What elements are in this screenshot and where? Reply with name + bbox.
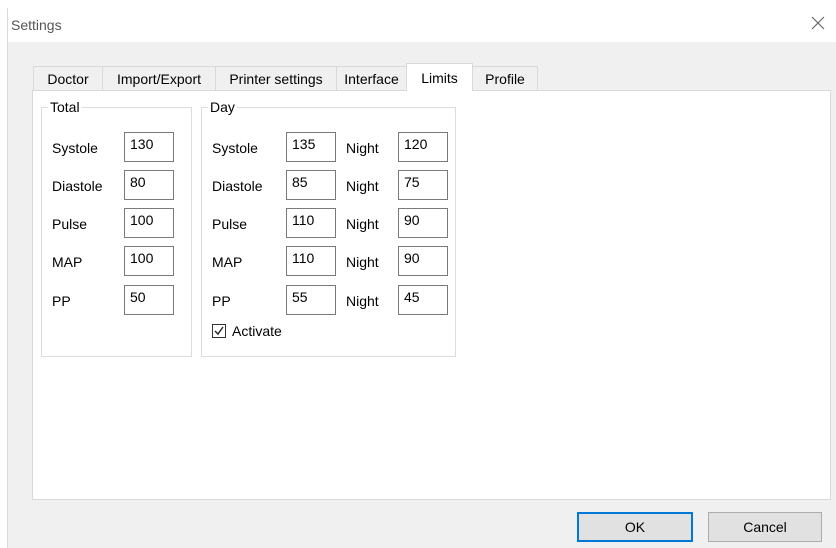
checkmark-icon — [214, 326, 224, 336]
total-pp-label: PP — [52, 293, 71, 309]
day-pulse-input[interactable]: 110 — [286, 208, 336, 238]
day-systole-input[interactable]: 135 — [286, 132, 336, 162]
window-title: Settings — [11, 17, 62, 33]
total-pulse-input[interactable]: 100 — [124, 208, 174, 238]
night-systole-input[interactable]: 120 — [398, 132, 448, 162]
activate-checkbox[interactable] — [212, 324, 226, 338]
tab-import-export[interactable]: Import/Export — [102, 66, 216, 90]
total-diastole-label: Diastole — [52, 178, 103, 194]
day-pp-input[interactable]: 55 — [286, 285, 336, 315]
title-bar: Settings — [8, 8, 836, 42]
activate-label[interactable]: Activate — [232, 323, 282, 339]
night-map-input[interactable]: 90 — [398, 246, 448, 276]
night-systole-label: Night — [346, 140, 379, 156]
total-pp-input[interactable]: 50 — [124, 285, 174, 315]
night-diastole-input[interactable]: 75 — [398, 170, 448, 200]
night-pulse-input[interactable]: 90 — [398, 208, 448, 238]
settings-dialog: Settings Doctor Import/Export Printer se… — [7, 8, 836, 548]
night-pp-input[interactable]: 45 — [398, 285, 448, 315]
total-systole-input[interactable]: 130 — [124, 132, 174, 162]
day-group-legend: Day — [208, 99, 237, 115]
total-map-input[interactable]: 100 — [124, 246, 174, 276]
day-pp-label: PP — [212, 293, 231, 309]
close-icon — [811, 16, 825, 30]
close-button[interactable] — [805, 10, 831, 36]
night-pp-label: Night — [346, 293, 379, 309]
day-group: Day Systole 135 Night 120 Diastole 85 Ni… — [201, 99, 456, 357]
night-map-label: Night — [346, 254, 379, 270]
total-group-legend: Total — [48, 99, 82, 115]
day-diastole-input[interactable]: 85 — [286, 170, 336, 200]
total-pulse-label: Pulse — [52, 216, 88, 232]
tab-printer-settings[interactable]: Printer settings — [215, 66, 337, 90]
ok-button[interactable]: OK — [577, 512, 693, 542]
day-diastole-label: Diastole — [212, 178, 263, 194]
tab-doctor[interactable]: Doctor — [33, 66, 103, 90]
limits-panel: Total Systole 130 Diastole 80 Pulse 100 … — [32, 90, 831, 500]
total-map-label: MAP — [52, 254, 83, 270]
day-map-label: MAP — [212, 254, 243, 270]
day-pulse-label: Pulse — [212, 216, 248, 232]
day-systole-label: Systole — [212, 140, 258, 156]
total-diastole-input[interactable]: 80 — [124, 170, 174, 200]
night-diastole-label: Night — [346, 178, 379, 194]
day-map-input[interactable]: 110 — [286, 246, 336, 276]
total-systole-label: Systole — [52, 140, 98, 156]
cancel-button[interactable]: Cancel — [708, 512, 822, 542]
total-group: Total Systole 130 Diastole 80 Pulse 100 … — [41, 99, 192, 357]
night-pulse-label: Night — [346, 216, 379, 232]
tab-interface[interactable]: Interface — [336, 66, 407, 90]
tab-profile[interactable]: Profile — [472, 66, 538, 90]
tab-limits[interactable]: Limits — [406, 63, 473, 91]
